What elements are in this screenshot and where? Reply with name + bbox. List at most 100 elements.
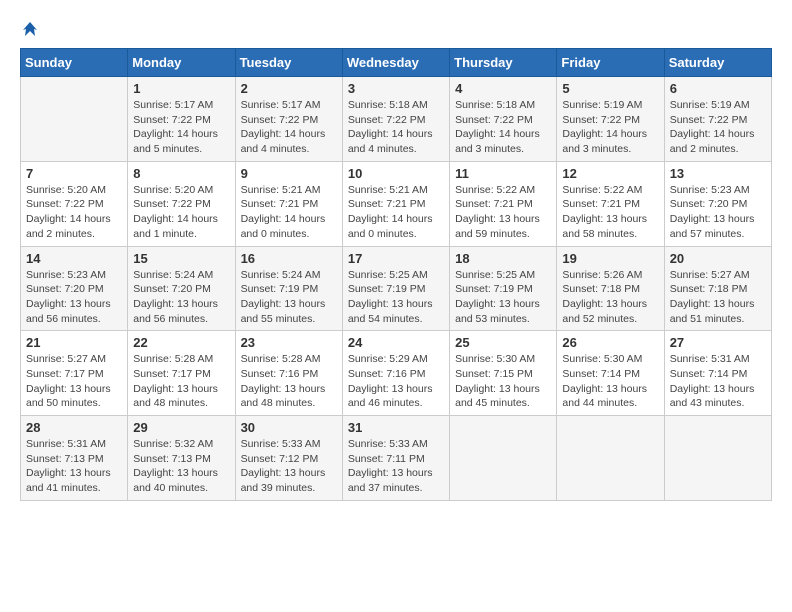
logo — [20, 20, 40, 38]
calendar-week-4: 21 Sunrise: 5:27 AM Sunset: 7:17 PM Dayli… — [21, 331, 772, 416]
day-info: Sunrise: 5:18 AM Sunset: 7:22 PM Dayligh… — [455, 98, 551, 157]
day-number: 24 — [348, 335, 444, 350]
day-number: 5 — [562, 81, 658, 96]
day-number: 25 — [455, 335, 551, 350]
day-info: Sunrise: 5:27 AM Sunset: 7:17 PM Dayligh… — [26, 352, 122, 411]
day-info: Sunrise: 5:25 AM Sunset: 7:19 PM Dayligh… — [348, 268, 444, 327]
day-number: 2 — [241, 81, 337, 96]
calendar-cell: 5 Sunrise: 5:19 AM Sunset: 7:22 PM Daylig… — [557, 77, 664, 162]
day-info: Sunrise: 5:30 AM Sunset: 7:15 PM Dayligh… — [455, 352, 551, 411]
calendar-cell: 26 Sunrise: 5:30 AM Sunset: 7:14 PM Dayli… — [557, 331, 664, 416]
calendar-cell: 13Sunrise: 5:23 AM Sunset: 7:20 PM Dayli… — [664, 161, 771, 246]
calendar-cell: 19 Sunrise: 5:26 AM Sunset: 7:18 PM Dayli… — [557, 246, 664, 331]
page-header — [20, 20, 772, 38]
calendar-cell: 24 Sunrise: 5:29 AM Sunset: 7:16 PM Dayli… — [342, 331, 449, 416]
calendar-cell: 2 Sunrise: 5:17 AM Sunset: 7:22 PM Daylig… — [235, 77, 342, 162]
calendar-cell: 18 Sunrise: 5:25 AM Sunset: 7:19 PM Dayli… — [450, 246, 557, 331]
calendar-cell: 1 Sunrise: 5:17 AM Sunset: 7:22 PM Daylig… — [128, 77, 235, 162]
weekday-header-thursday: Thursday — [450, 49, 557, 77]
weekday-header-wednesday: Wednesday — [342, 49, 449, 77]
day-number: 8 — [133, 166, 229, 181]
day-info: Sunrise: 5:22 AM Sunset: 7:21 PM Dayligh… — [455, 183, 551, 242]
day-info: Sunrise: 5:19 AM Sunset: 7:22 PM Dayligh… — [562, 98, 658, 157]
day-number: 9 — [241, 166, 337, 181]
day-info: Sunrise: 5:20 AM Sunset: 7:22 PM Dayligh… — [26, 183, 122, 242]
calendar-cell: 14 Sunrise: 5:23 AM Sunset: 7:20 PM Dayli… — [21, 246, 128, 331]
day-info: Sunrise: 5:30 AM Sunset: 7:14 PM Dayligh… — [562, 352, 658, 411]
day-number: 3 — [348, 81, 444, 96]
calendar-cell: 11 Sunrise: 5:22 AM Sunset: 7:21 PM Dayli… — [450, 161, 557, 246]
day-info: Sunrise: 5:29 AM Sunset: 7:16 PM Dayligh… — [348, 352, 444, 411]
day-info: Sunrise: 5:17 AM Sunset: 7:22 PM Dayligh… — [133, 98, 229, 157]
day-number: 19 — [562, 251, 658, 266]
day-number: 27 — [670, 335, 766, 350]
day-number: 28 — [26, 420, 122, 435]
day-info: Sunrise: 5:21 AM Sunset: 7:21 PM Dayligh… — [241, 183, 337, 242]
day-info: Sunrise: 5:28 AM Sunset: 7:16 PM Dayligh… — [241, 352, 337, 411]
calendar-cell: 30 Sunrise: 5:33 AM Sunset: 7:12 PM Dayli… — [235, 416, 342, 501]
day-number: 21 — [26, 335, 122, 350]
day-number: 1 — [133, 81, 229, 96]
calendar-cell — [557, 416, 664, 501]
day-info: Sunrise: 5:25 AM Sunset: 7:19 PM Dayligh… — [455, 268, 551, 327]
calendar-cell: 20 Sunrise: 5:27 AM Sunset: 7:18 PM Dayli… — [664, 246, 771, 331]
day-info: Sunrise: 5:19 AM Sunset: 7:22 PM Dayligh… — [670, 98, 766, 157]
calendar-cell: 16 Sunrise: 5:24 AM Sunset: 7:19 PM Dayli… — [235, 246, 342, 331]
day-number: 29 — [133, 420, 229, 435]
day-info: Sunrise: 5:27 AM Sunset: 7:18 PM Dayligh… — [670, 268, 766, 327]
weekday-header-saturday: Saturday — [664, 49, 771, 77]
day-info: Sunrise: 5:18 AM Sunset: 7:22 PM Dayligh… — [348, 98, 444, 157]
day-number: 23 — [241, 335, 337, 350]
day-info: Sunrise: 5:31 AM Sunset: 7:13 PM Dayligh… — [26, 437, 122, 496]
day-info: Sunrise: 5:20 AM Sunset: 7:22 PM Dayligh… — [133, 183, 229, 242]
day-number: 13 — [670, 166, 766, 181]
day-number: 30 — [241, 420, 337, 435]
calendar-cell — [450, 416, 557, 501]
day-info: Sunrise: 5:31 AM Sunset: 7:14 PM Dayligh… — [670, 352, 766, 411]
calendar-cell: 31Sunrise: 5:33 AM Sunset: 7:11 PM Dayli… — [342, 416, 449, 501]
calendar-cell: 21 Sunrise: 5:27 AM Sunset: 7:17 PM Dayli… — [21, 331, 128, 416]
day-number: 14 — [26, 251, 122, 266]
calendar-cell: 9 Sunrise: 5:21 AM Sunset: 7:21 PM Daylig… — [235, 161, 342, 246]
calendar-cell: 10 Sunrise: 5:21 AM Sunset: 7:21 PM Dayli… — [342, 161, 449, 246]
day-number: 22 — [133, 335, 229, 350]
day-number: 12 — [562, 166, 658, 181]
calendar-cell: 12 Sunrise: 5:22 AM Sunset: 7:21 PM Dayli… — [557, 161, 664, 246]
day-info: Sunrise: 5:21 AM Sunset: 7:21 PM Dayligh… — [348, 183, 444, 242]
day-number: 7 — [26, 166, 122, 181]
day-info: Sunrise: 5:24 AM Sunset: 7:20 PM Dayligh… — [133, 268, 229, 327]
calendar-cell: 7 Sunrise: 5:20 AM Sunset: 7:22 PM Daylig… — [21, 161, 128, 246]
calendar-week-5: 28 Sunrise: 5:31 AM Sunset: 7:13 PM Dayli… — [21, 416, 772, 501]
day-number: 20 — [670, 251, 766, 266]
day-number: 17 — [348, 251, 444, 266]
calendar-cell: 22 Sunrise: 5:28 AM Sunset: 7:17 PM Dayli… — [128, 331, 235, 416]
calendar-cell: 8 Sunrise: 5:20 AM Sunset: 7:22 PM Daylig… — [128, 161, 235, 246]
day-info: Sunrise: 5:23 AM Sunset: 7:20 PM Dayligh… — [26, 268, 122, 327]
calendar-cell: 4Sunrise: 5:18 AM Sunset: 7:22 PM Daylig… — [450, 77, 557, 162]
weekday-header-row: SundayMondayTuesdayWednesdayThursdayFrid… — [21, 49, 772, 77]
weekday-header-sunday: Sunday — [21, 49, 128, 77]
day-number: 31 — [348, 420, 444, 435]
day-number: 10 — [348, 166, 444, 181]
calendar-cell — [664, 416, 771, 501]
day-number: 15 — [133, 251, 229, 266]
day-info: Sunrise: 5:32 AM Sunset: 7:13 PM Dayligh… — [133, 437, 229, 496]
day-info: Sunrise: 5:24 AM Sunset: 7:19 PM Dayligh… — [241, 268, 337, 327]
weekday-header-friday: Friday — [557, 49, 664, 77]
calendar-week-2: 7 Sunrise: 5:20 AM Sunset: 7:22 PM Daylig… — [21, 161, 772, 246]
day-number: 16 — [241, 251, 337, 266]
day-info: Sunrise: 5:17 AM Sunset: 7:22 PM Dayligh… — [241, 98, 337, 157]
day-info: Sunrise: 5:26 AM Sunset: 7:18 PM Dayligh… — [562, 268, 658, 327]
weekday-header-monday: Monday — [128, 49, 235, 77]
day-number: 11 — [455, 166, 551, 181]
calendar-cell: 17 Sunrise: 5:25 AM Sunset: 7:19 PM Dayli… — [342, 246, 449, 331]
day-number: 26 — [562, 335, 658, 350]
calendar-cell: 6Sunrise: 5:19 AM Sunset: 7:22 PM Daylig… — [664, 77, 771, 162]
day-info: Sunrise: 5:22 AM Sunset: 7:21 PM Dayligh… — [562, 183, 658, 242]
calendar-week-3: 14 Sunrise: 5:23 AM Sunset: 7:20 PM Dayli… — [21, 246, 772, 331]
calendar-cell: 15 Sunrise: 5:24 AM Sunset: 7:20 PM Dayli… — [128, 246, 235, 331]
calendar-cell: 29 Sunrise: 5:32 AM Sunset: 7:13 PM Dayli… — [128, 416, 235, 501]
day-info: Sunrise: 5:28 AM Sunset: 7:17 PM Dayligh… — [133, 352, 229, 411]
day-number: 18 — [455, 251, 551, 266]
day-info: Sunrise: 5:33 AM Sunset: 7:12 PM Dayligh… — [241, 437, 337, 496]
